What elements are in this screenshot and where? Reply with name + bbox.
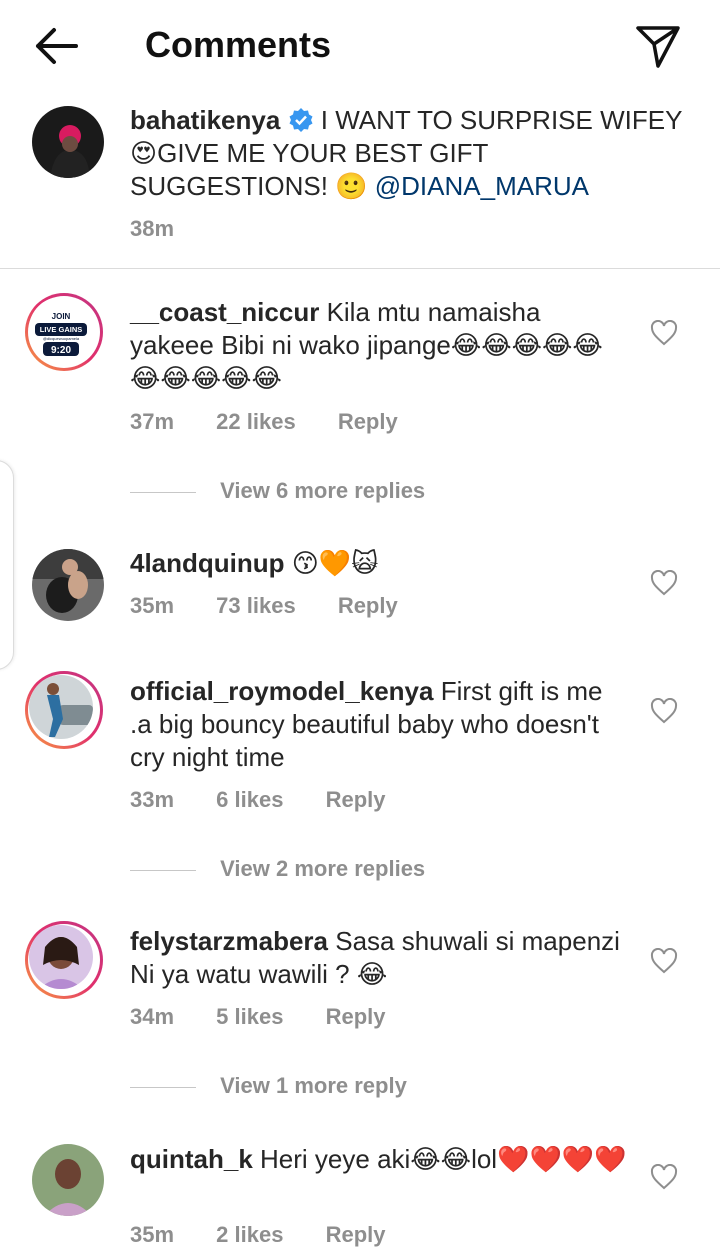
comment-time: 37m bbox=[130, 409, 175, 434]
back-arrow-icon bbox=[36, 28, 78, 64]
comment-username[interactable]: 4landquinup bbox=[130, 548, 285, 578]
reply-button[interactable]: Reply bbox=[326, 787, 386, 812]
view-more-label: View 6 more replies bbox=[220, 478, 426, 503]
comment-meta: 34m 5 likes Reply bbox=[130, 1004, 422, 1030]
view-more-label: View 1 more reply bbox=[220, 1073, 407, 1098]
avatar-text-2: LIVE GAINS bbox=[40, 325, 83, 334]
verified-badge-icon bbox=[289, 108, 313, 132]
comment-time: 33m bbox=[130, 787, 175, 812]
caption-username[interactable]: bahatikenya bbox=[130, 105, 280, 135]
comment-meta: 33m 6 likes Reply bbox=[130, 787, 422, 813]
view-more-replies[interactable]: View 1 more reply bbox=[130, 1073, 407, 1099]
caption-text-block: bahatikenya I WANT TO SURPRISE WIFEY 😍GI… bbox=[130, 104, 690, 203]
comment-text: 😙🧡🙀 bbox=[291, 548, 379, 578]
comment-likes[interactable]: 5 likes bbox=[216, 1004, 283, 1029]
view-more-replies[interactable]: View 6 more replies bbox=[130, 478, 425, 504]
share-button[interactable] bbox=[632, 20, 684, 72]
divider-line bbox=[130, 1086, 196, 1088]
reply-button[interactable]: Reply bbox=[338, 409, 398, 434]
caption-time: 38m bbox=[130, 216, 175, 241]
comment-text-block: quintah_k Heri yeye aki😂😂lol❤️❤️❤️❤️ bbox=[130, 1143, 630, 1176]
comment-username[interactable]: quintah_k bbox=[130, 1144, 253, 1174]
page-title: Comments bbox=[145, 24, 332, 65]
comment-text-block: 4landquinup 😙🧡🙀 bbox=[130, 547, 620, 580]
comment-username[interactable]: __coast_niccur bbox=[130, 297, 319, 327]
caption-mention[interactable]: @DIANA_MARUA bbox=[375, 171, 589, 201]
reply-button[interactable]: Reply bbox=[326, 1004, 386, 1029]
avatar-text-3: @dicquewuopamela bbox=[43, 336, 80, 341]
back-button[interactable] bbox=[30, 22, 82, 70]
comment-avatar[interactable] bbox=[32, 1144, 104, 1216]
comment-likes[interactable]: 6 likes bbox=[216, 787, 283, 812]
comment-likes[interactable]: 73 likes bbox=[216, 593, 296, 618]
comment-meta: 37m 22 likes Reply bbox=[130, 409, 434, 435]
comment-username[interactable]: official_roymodel_kenya bbox=[130, 676, 433, 706]
comment-text: Heri yeye aki😂😂lol❤️❤️❤️❤️ bbox=[260, 1144, 627, 1174]
send-icon bbox=[636, 26, 680, 68]
caption-avatar[interactable] bbox=[32, 106, 104, 178]
comment-likes[interactable]: 22 likes bbox=[216, 409, 296, 434]
divider-line bbox=[130, 869, 196, 871]
divider-line bbox=[130, 491, 196, 493]
heart-icon[interactable] bbox=[650, 698, 678, 724]
side-panel-handle[interactable] bbox=[0, 460, 14, 670]
view-more-replies[interactable]: View 2 more replies bbox=[130, 856, 425, 882]
view-more-label: View 2 more replies bbox=[220, 856, 426, 881]
heart-icon[interactable] bbox=[650, 320, 678, 346]
post-caption: bahatikenya I WANT TO SURPRISE WIFEY 😍GI… bbox=[0, 92, 720, 269]
reply-button[interactable]: Reply bbox=[338, 593, 398, 618]
comment-avatar[interactable] bbox=[25, 921, 103, 999]
comment-avatar[interactable]: JOIN LIVE GAINS @dicquewuopamela 9:20 bbox=[25, 293, 103, 371]
comment-meta: 35m 73 likes Reply bbox=[130, 593, 434, 619]
comment-username[interactable]: felystarzmabera bbox=[130, 926, 328, 956]
avatar-text-4: 9:20 bbox=[51, 345, 71, 356]
heart-icon[interactable] bbox=[650, 570, 678, 596]
comment-meta: 35m 2 likes Reply bbox=[130, 1222, 422, 1248]
heart-icon[interactable] bbox=[650, 948, 678, 974]
header-bar: Comments bbox=[0, 0, 720, 92]
avatar-text-1: JOIN bbox=[52, 312, 71, 321]
comment-avatar[interactable] bbox=[25, 671, 103, 749]
comment-text-block: __coast_niccur Kila mtu namaisha yakeee … bbox=[130, 296, 620, 395]
comment-time: 34m bbox=[130, 1004, 175, 1029]
comment-time: 35m bbox=[130, 593, 175, 618]
comment-avatar[interactable] bbox=[32, 549, 104, 621]
comment-text-block: official_roymodel_kenya First gift is me… bbox=[130, 675, 610, 774]
comment-text-block: felystarzmabera Sasa shuwali si mapenzi … bbox=[130, 925, 620, 991]
heart-icon[interactable] bbox=[650, 1164, 678, 1190]
